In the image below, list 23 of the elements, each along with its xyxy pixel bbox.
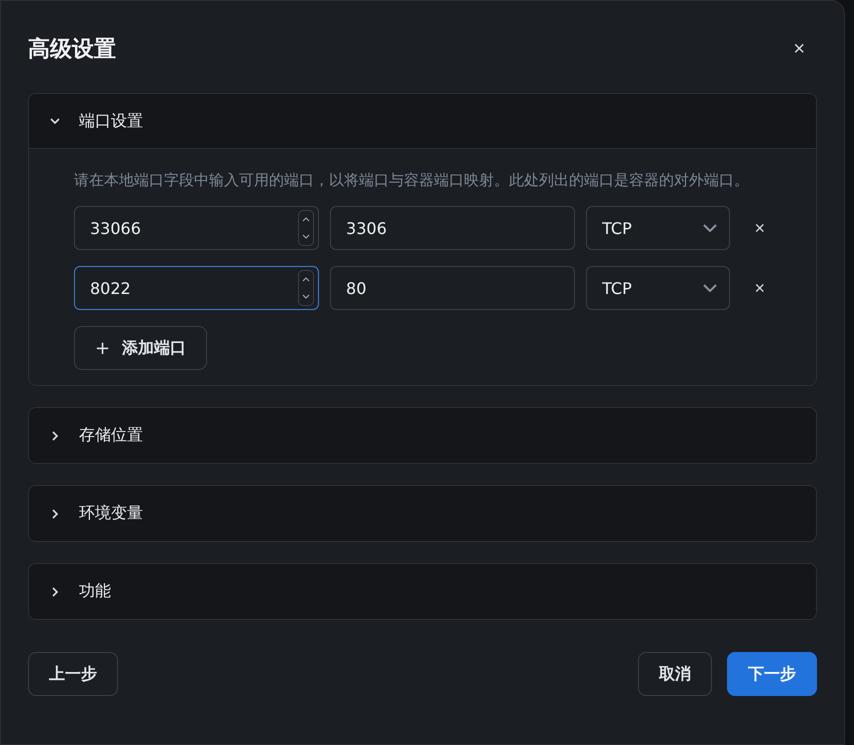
dialog-title: 高级设置 (28, 36, 116, 64)
accordion-header[interactable]: 端口设置 (29, 94, 816, 149)
protocol-select[interactable]: TCP (586, 266, 730, 310)
chevron-down-icon (702, 224, 716, 232)
add-port-button[interactable]: + 添加端口 (74, 326, 208, 370)
protocol-select[interactable]: TCP (586, 206, 730, 250)
close-button[interactable]: × (787, 38, 811, 60)
next-button[interactable]: 下一步 (727, 652, 817, 696)
description-text: 请在本地端口字段中输入可用的端口，以将端口与容器端口映射。此处列出的端口是容器的对外端口。 (74, 170, 750, 191)
chevron-down-icon (702, 284, 716, 292)
spinner-icon[interactable] (298, 270, 314, 306)
back-button[interactable]: 上一步 (28, 652, 118, 696)
host-port-field[interactable]: 8022 (74, 266, 320, 310)
host-port-field[interactable]: 33066 (74, 206, 320, 250)
spinner-icon[interactable] (298, 210, 314, 246)
cancel-button[interactable]: 取消 (638, 652, 712, 696)
container-port-field[interactable]: 3306 (330, 206, 576, 250)
accordion-header[interactable]: 存储位置 (29, 408, 816, 463)
remove-button[interactable]: × (748, 218, 772, 238)
container-port-field[interactable]: 80 (330, 266, 576, 310)
remove-button[interactable]: × (748, 278, 772, 298)
accordion-header[interactable]: 功能 (29, 564, 816, 619)
accordion-header[interactable]: 环境变量 (29, 486, 816, 541)
